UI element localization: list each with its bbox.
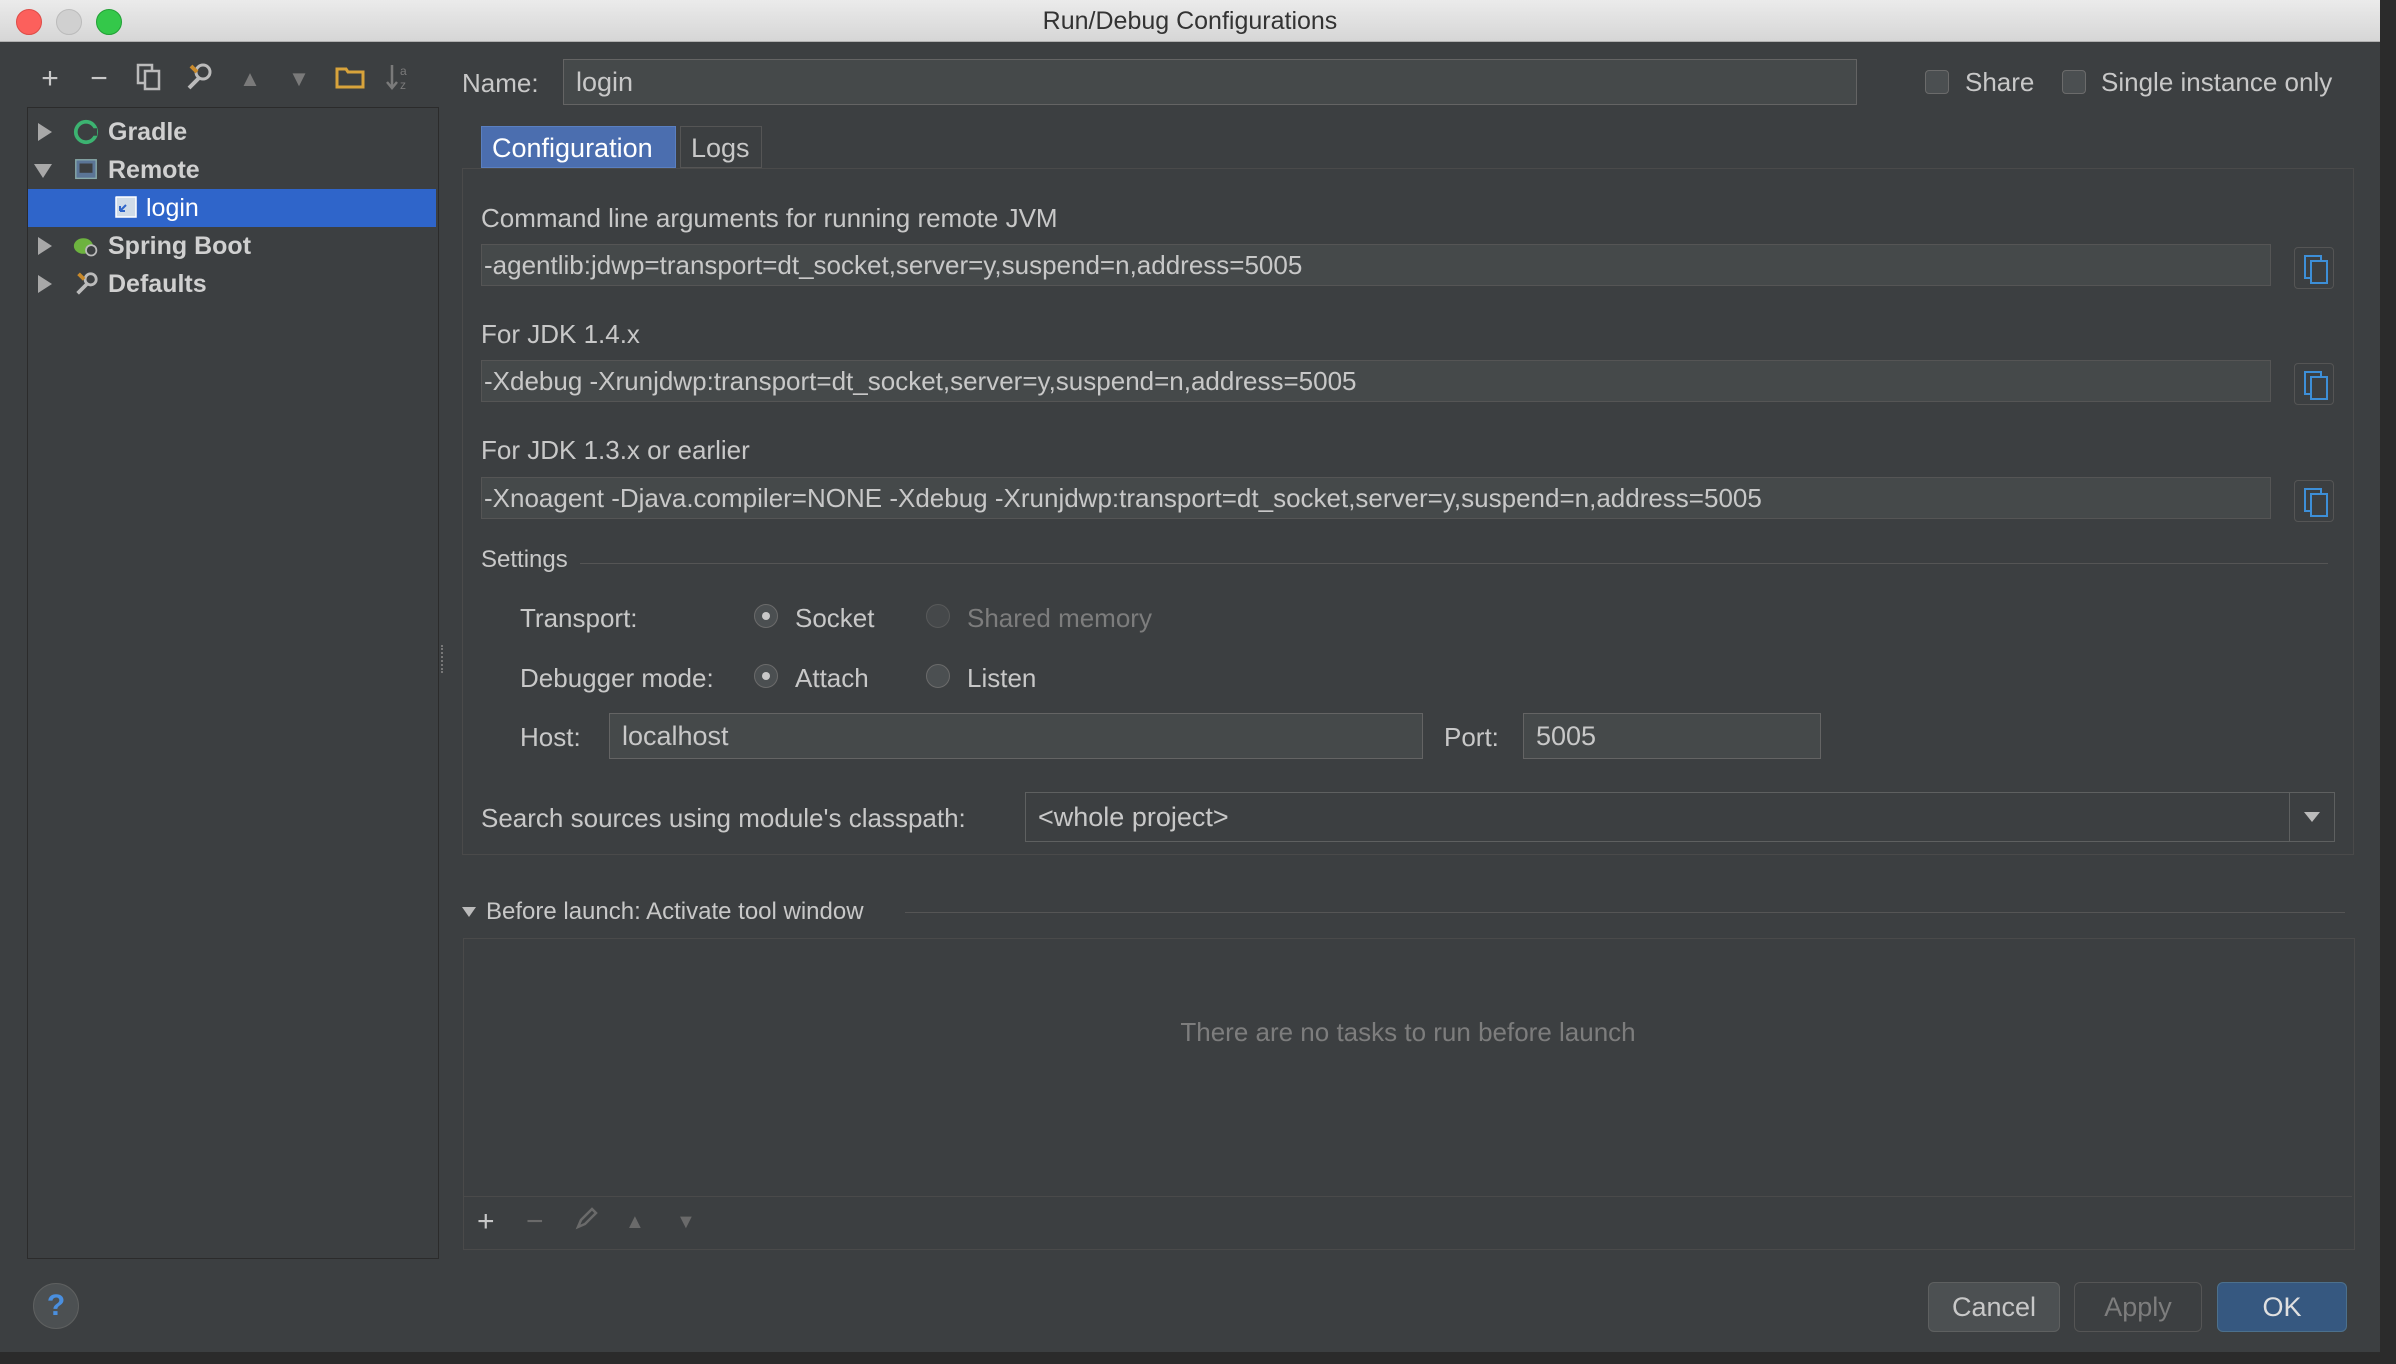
window-title: Run/Debug Configurations [1042, 7, 1338, 35]
cmd-args-label: Command line arguments for running remot… [481, 203, 1058, 233]
copy-jdk13-button[interactable] [2294, 480, 2334, 522]
single-instance-checkbox[interactable] [2062, 70, 2086, 94]
remove-configuration-button[interactable]: − [82, 62, 116, 96]
title-bar: Run/Debug Configurations [0, 0, 2380, 42]
share-checkbox[interactable] [1925, 70, 1949, 94]
move-up-button[interactable]: ▲ [233, 62, 267, 96]
collapse-before-launch-icon[interactable] [462, 907, 476, 917]
edit-defaults-button[interactable] [181, 62, 215, 96]
copy-cmd-args-button[interactable] [2294, 247, 2334, 289]
splitter-handle[interactable] [441, 645, 447, 673]
jdk13-field[interactable]: -Xnoagent -Djava.compiler=NONE -Xdebug -… [481, 477, 2271, 519]
classpath-value: <whole project> [1038, 802, 1229, 832]
spring-boot-icon [73, 238, 98, 257]
edit-task-button[interactable] [574, 1205, 600, 1239]
transport-socket-radio[interactable] [754, 604, 778, 628]
host-label: Host: [520, 722, 581, 752]
copy-configuration-button[interactable] [132, 62, 166, 96]
gradle-icon [73, 119, 99, 145]
tree-node-gradle[interactable]: Gradle [28, 113, 436, 151]
help-button[interactable]: ? [33, 1283, 79, 1329]
move-down-button[interactable]: ▼ [282, 62, 316, 96]
expand-arrow-icon[interactable] [38, 123, 52, 141]
debugger-attach-label: Attach [795, 663, 869, 693]
chevron-down-icon [2304, 812, 2320, 822]
settings-title: Settings [481, 546, 568, 573]
svg-text:a: a [400, 64, 407, 78]
cmd-args-field[interactable]: -agentlib:jdwp=transport=dt_socket,serve… [481, 244, 2271, 286]
remote-config-icon [115, 196, 137, 218]
collapse-arrow-icon[interactable] [34, 164, 52, 178]
sort-icon: az [386, 64, 407, 92]
transport-shared-label: Shared memory [967, 603, 1152, 633]
before-launch-divider [905, 912, 2345, 913]
tab-configuration[interactable]: Configuration [481, 126, 676, 168]
jdk14-field[interactable]: -Xdebug -Xrunjdwp:transport=dt_socket,se… [481, 360, 2271, 402]
settings-divider [580, 563, 2328, 564]
defaults-wrench-icon [76, 272, 98, 295]
jdk14-label: For JDK 1.4.x [481, 319, 640, 349]
debugger-listen-radio[interactable] [926, 664, 950, 688]
sort-configurations-button[interactable]: az [382, 62, 416, 96]
pencil-icon [575, 1207, 598, 1230]
expand-arrow-icon[interactable] [38, 275, 52, 293]
debugger-mode-label: Debugger mode: [520, 663, 714, 693]
add-task-button[interactable]: + [477, 1205, 495, 1239]
no-tasks-message: There are no tasks to run before launch [1180, 1017, 1636, 1047]
move-task-down-button[interactable]: ▼ [676, 1211, 696, 1234]
before-launch-task-list [463, 938, 2355, 1250]
before-launch-title: Before launch: Activate tool window [486, 898, 864, 925]
dialog-window: Run/Debug Configurations + − ▲ ▼ az Grad… [0, 0, 2380, 1352]
debugger-attach-radio[interactable] [754, 664, 778, 688]
single-instance-label: Single instance only [2101, 67, 2333, 97]
host-input[interactable]: localhost [609, 713, 1423, 759]
task-toolbar-divider [464, 1196, 2352, 1197]
copy-jdk14-button[interactable] [2294, 363, 2334, 405]
apply-button[interactable]: Apply [2074, 1282, 2202, 1332]
tab-logs[interactable]: Logs [680, 126, 762, 168]
transport-socket-label: Socket [795, 603, 875, 633]
classpath-select[interactable]: <whole project> [1025, 792, 2335, 842]
wrench-icon [187, 63, 212, 90]
name-label: Name: [462, 68, 539, 98]
tree-node-remote[interactable]: Remote [28, 151, 436, 189]
remove-task-button[interactable]: − [526, 1205, 544, 1239]
move-task-up-button[interactable]: ▲ [625, 1211, 645, 1234]
transport-label: Transport: [520, 603, 638, 633]
configuration-tree: Gradle Remote login Spring Boot Defaults [27, 107, 439, 1259]
cancel-button[interactable]: Cancel [1928, 1282, 2060, 1332]
expand-arrow-icon[interactable] [38, 237, 52, 255]
classpath-label: Search sources using module's classpath: [481, 803, 966, 833]
create-folder-button[interactable] [333, 62, 367, 96]
port-input[interactable]: 5005 [1523, 713, 1821, 759]
svg-text:z: z [400, 78, 406, 92]
ok-button[interactable]: OK [2217, 1282, 2347, 1332]
folder-icon [335, 67, 365, 89]
tree-node-defaults[interactable]: Defaults [28, 265, 436, 303]
remote-icon [75, 159, 97, 180]
tree-node-login[interactable]: login [28, 189, 436, 227]
tree-node-spring-boot[interactable]: Spring Boot [28, 227, 436, 265]
dropdown-button[interactable] [2289, 793, 2334, 841]
share-label: Share [1965, 67, 2035, 97]
transport-shared-radio[interactable] [926, 604, 950, 628]
debugger-listen-label: Listen [967, 663, 1037, 693]
add-configuration-button[interactable]: + [33, 62, 67, 96]
jdk13-label: For JDK 1.3.x or earlier [481, 435, 750, 465]
copy-icon [136, 63, 161, 91]
name-input[interactable]: login [563, 59, 1857, 105]
port-label: Port: [1444, 722, 1499, 752]
